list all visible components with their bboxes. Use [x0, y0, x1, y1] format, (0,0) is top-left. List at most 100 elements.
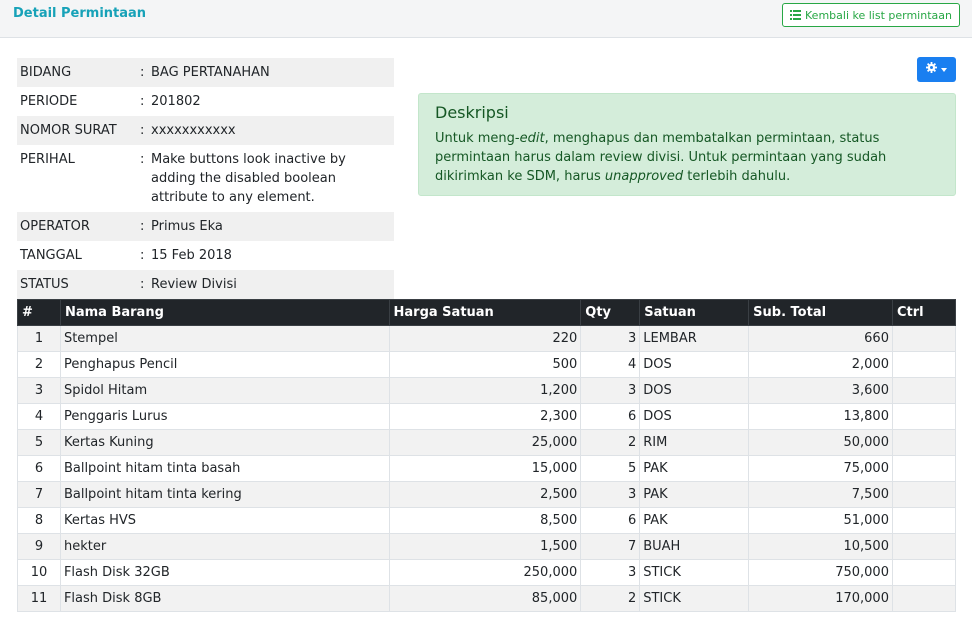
table-header-row: # Nama Barang Harga Satuan Qty Satuan Su… [17, 299, 957, 326]
info-value: Primus Eka [151, 219, 223, 234]
cell-qty: 3 [580, 559, 641, 586]
cell-sub-total: 7,500 [748, 481, 893, 508]
info-label: STATUS [20, 277, 69, 292]
cell-qty: 4 [580, 351, 641, 378]
column-header-sub-total: Sub. Total [748, 299, 893, 326]
back-button-label: Kembali ke list permintaan [805, 8, 952, 22]
table-row: 10 Flash Disk 32GB 250,000 3 STICK 750,0… [17, 559, 957, 586]
cell-ctrl [891, 377, 957, 404]
cell-qty: 6 [580, 507, 641, 534]
column-header-harga-satuan: Harga Satuan [388, 299, 582, 326]
info-label: TANGGAL [20, 248, 82, 263]
cell-harga-satuan: 250,000 [388, 559, 582, 586]
cell-qty: 3 [580, 481, 641, 508]
cell-no: 7 [17, 481, 61, 508]
table-row: 8 Kertas HVS 8,500 6 PAK 51,000 [17, 507, 957, 534]
info-row-nomor-surat: NOMOR SURAT : xxxxxxxxxxx [17, 116, 394, 145]
cell-ctrl [891, 585, 957, 612]
cell-sub-total: 50,000 [748, 429, 893, 456]
column-header-no: # [17, 299, 61, 326]
items-table: # Nama Barang Harga Satuan Qty Satuan Su… [17, 299, 957, 612]
cell-ctrl [891, 507, 957, 534]
page-title: Detail Permintaan [13, 6, 147, 21]
cell-nama-barang: Spidol Hitam [59, 377, 390, 404]
cell-no: 9 [17, 533, 61, 560]
cell-nama-barang: Ballpoint hitam tinta kering [59, 481, 390, 508]
info-label: OPERATOR [20, 219, 90, 234]
info-label: PERIHAL [20, 152, 75, 167]
alert-text: Untuk meng-edit, menghapus dan membatalk… [435, 129, 939, 186]
cell-qty: 2 [580, 585, 641, 612]
cell-sub-total: 75,000 [748, 455, 893, 482]
cell-qty: 7 [580, 533, 641, 560]
info-row-perihal: PERIHAL : Make buttons look inactive by … [17, 145, 394, 212]
cell-ctrl [891, 559, 957, 586]
cell-harga-satuan: 2,300 [388, 403, 582, 430]
cell-ctrl [891, 533, 957, 560]
column-header-ctrl: Ctrl [891, 299, 957, 326]
description-alert: Deskripsi Untuk meng-edit, menghapus dan… [418, 93, 956, 196]
cell-satuan: BUAH [639, 533, 750, 560]
info-value: 201802 [151, 94, 201, 109]
page-header: Detail Permintaan Kembali ke list permin… [0, 0, 972, 38]
alert-text-part: terlebih dahulu. [683, 169, 791, 184]
cell-sub-total: 2,000 [748, 351, 893, 378]
info-separator: : [140, 65, 145, 80]
cell-no: 2 [17, 351, 61, 378]
cell-harga-satuan: 1,200 [388, 377, 582, 404]
table-row: 1 Stempel 220 3 LEMBAR 660 [17, 325, 957, 352]
info-separator: : [140, 248, 145, 263]
info-row-bidang: BIDANG : BAG PERTANAHAN [17, 58, 394, 87]
cell-no: 1 [17, 325, 61, 352]
cell-qty: 3 [580, 377, 641, 404]
table-row: 4 Penggaris Lurus 2,300 6 DOS 13,800 [17, 403, 957, 430]
cell-ctrl [891, 403, 957, 430]
gear-icon [926, 62, 937, 77]
info-row-operator: OPERATOR : Primus Eka [17, 212, 394, 241]
cell-qty: 2 [580, 429, 641, 456]
cell-sub-total: 51,000 [748, 507, 893, 534]
cell-harga-satuan: 85,000 [388, 585, 582, 612]
cell-satuan: PAK [639, 481, 750, 508]
table-row: 6 Ballpoint hitam tinta basah 15,000 5 P… [17, 455, 957, 482]
column-header-qty: Qty [580, 299, 641, 326]
info-row-status: STATUS : Review Divisi [17, 270, 394, 299]
status-value: Review Divisi [151, 277, 237, 292]
cell-harga-satuan: 2,500 [388, 481, 582, 508]
cell-sub-total: 660 [748, 325, 893, 352]
back-to-list-button[interactable]: Kembali ke list permintaan [782, 3, 960, 27]
settings-dropdown-button[interactable] [917, 57, 956, 82]
cell-sub-total: 3,600 [748, 377, 893, 404]
table-row: 3 Spidol Hitam 1,200 3 DOS 3,600 [17, 377, 957, 404]
cell-nama-barang: Stempel [59, 325, 390, 352]
table-row: 5 Kertas Kuning 25,000 2 RIM 50,000 [17, 429, 957, 456]
cell-sub-total: 10,500 [748, 533, 893, 560]
info-value: BAG PERTANAHAN [151, 65, 270, 80]
list-icon [790, 10, 802, 20]
cell-nama-barang: hekter [59, 533, 390, 560]
info-row-tanggal: TANGGAL : 15 Feb 2018 [17, 241, 394, 270]
cell-ctrl [891, 455, 957, 482]
cell-nama-barang: Kertas HVS [59, 507, 390, 534]
info-label: BIDANG [20, 65, 72, 80]
request-info-table: BIDANG : BAG PERTANAHAN PERIODE : 201802… [17, 58, 394, 299]
cell-ctrl [891, 351, 957, 378]
info-label: PERIODE [20, 94, 78, 109]
cell-harga-satuan: 25,000 [388, 429, 582, 456]
info-value: xxxxxxxxxxx [151, 123, 236, 138]
info-separator: : [140, 219, 145, 234]
cell-sub-total: 750,000 [748, 559, 893, 586]
cell-satuan: STICK [639, 559, 750, 586]
column-header-nama-barang: Nama Barang [59, 299, 390, 326]
info-label: NOMOR SURAT [20, 123, 117, 138]
info-value: 15 Feb 2018 [151, 248, 232, 263]
table-row: 2 Penghapus Pencil 500 4 DOS 2,000 [17, 351, 957, 378]
cell-nama-barang: Kertas Kuning [59, 429, 390, 456]
info-separator: : [140, 94, 145, 109]
cell-ctrl [891, 429, 957, 456]
cell-satuan: STICK [639, 585, 750, 612]
cell-no: 4 [17, 403, 61, 430]
cell-harga-satuan: 220 [388, 325, 582, 352]
cell-no: 11 [17, 585, 61, 612]
cell-no: 6 [17, 455, 61, 482]
